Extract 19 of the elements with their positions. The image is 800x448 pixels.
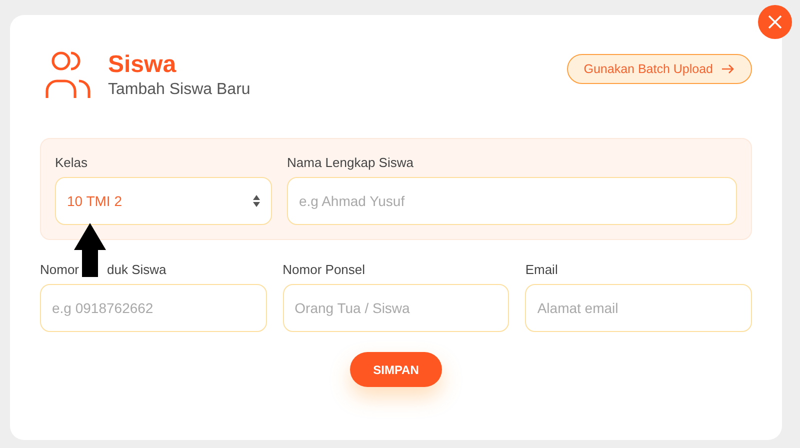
field-label: Nomor <box>40 261 80 278</box>
arrow-right-icon <box>721 64 735 74</box>
input-field[interactable]: Alamat email <box>525 284 752 332</box>
field-label: Kelas <box>55 154 89 171</box>
save-button[interactable]: SIMPAN <box>350 352 442 387</box>
name-input[interactable]: e.g Ahmad Yusuf <box>287 177 737 225</box>
field-label: Email <box>525 261 558 278</box>
field-label: Nomor Ponsel <box>282 261 366 278</box>
page-title: Siswa <box>108 50 178 80</box>
page-subtitle: Tambah Siswa Baru <box>108 80 250 100</box>
field-label: duk Siswa <box>107 261 166 278</box>
field-label: Nama Lengkap Siswa <box>287 154 414 171</box>
close-icon <box>767 14 783 30</box>
class-select[interactable]: 10 TMI 2 <box>55 177 272 225</box>
input-field[interactable]: e.g 0918762662 <box>40 284 267 332</box>
close-button[interactable] <box>758 5 792 39</box>
sort-icon <box>253 195 260 207</box>
batch-upload-button[interactable]: Gunakan Batch Upload <box>566 54 752 84</box>
input-field[interactable]: Orang Tua / Siswa <box>282 284 510 332</box>
